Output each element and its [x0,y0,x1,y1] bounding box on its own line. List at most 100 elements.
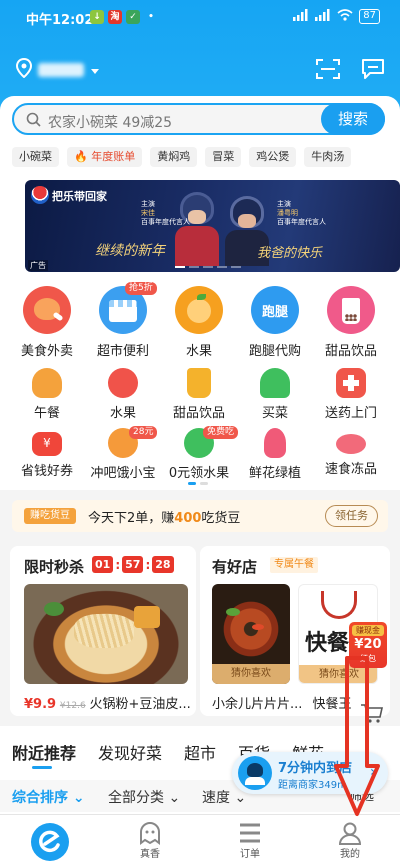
category-supermarket[interactable]: 抢5折 超市便利 [85,282,161,359]
subcategory-badge: 28元 [129,426,158,439]
banner-slogan-2: 我爸的快乐 [257,246,323,261]
sort-label: 全部分类 [108,790,164,806]
download-icon: ↓ [90,10,104,24]
subcategory-badge: 免费吃 [203,426,239,439]
nav-profile[interactable]: 我的 [320,819,380,860]
timer-seconds: 28 [152,556,174,573]
noodle-dish-image [24,584,188,684]
store-tag: 猜你喜欢 [212,664,290,684]
status-bar: 中午12:02 ↓ 淘 ✓ • 87 [0,0,400,34]
status-time: 中午12:02 [26,13,94,28]
category-dessert[interactable]: 甜品饮品 [313,286,389,359]
timer-minutes: 57 [122,556,144,573]
hot-tag[interactable]: 鸡公煲 [249,147,297,167]
subcategory-label: 午餐 [33,406,60,421]
dumpling-icon [336,434,366,454]
nav-orders[interactable]: 订单 [220,819,280,860]
location-pin-icon [15,57,33,82]
tab-supermarket[interactable]: 超市 [184,740,216,764]
signal-icon-2 [315,9,331,24]
category-food-delivery[interactable]: 美食外卖 [9,286,85,359]
eleme-logo-icon [31,823,69,861]
banner-brand: 把乐带回家 [52,190,107,203]
category-errand[interactable]: 跑腿 跑腿代购 [237,286,313,359]
store-logo-text: 快餐 [305,630,350,656]
orange-icon [175,286,223,334]
category-pager [188,482,208,485]
hot-tags: 小碗菜 🔥 年度账单 黄焖鸡 冒菜 鸡公煲 牛肉汤 [12,147,352,167]
chevron-down-icon [90,61,100,80]
hot-tag[interactable]: 黄焖鸡 [150,147,198,167]
nav-label: 订单 [240,849,260,860]
location-text-blurred [38,63,84,77]
message-icon[interactable] [361,58,385,80]
status-right: 87 [293,9,380,24]
tab-discover[interactable]: 发现好菜 [98,740,162,764]
category-fruit[interactable]: 水果 [161,286,237,359]
promo-bar[interactable]: 赚吃货豆 今天下2单，赚400吃货豆 领任务 [12,500,388,532]
subcategory-groceries[interactable]: 买菜 [237,368,313,421]
subcategory-free-fruit[interactable]: 免费吃 0元领水果 [161,426,239,481]
subcategory-medicine[interactable]: 送药上门 [313,368,389,421]
sort-speed[interactable]: 速度 ⌄ [202,787,246,807]
store-names-row: 小余儿片片片... 快餐王 [212,693,352,712]
subcategory-lunch[interactable]: 午餐 [9,368,85,421]
flash-sale-title: 限时秒杀 [24,558,85,576]
search-button[interactable]: 搜索 [321,103,385,135]
apple-icon [108,368,138,398]
item-name: 火锅粉+豆油皮... [89,697,191,712]
wifi-icon [337,9,353,24]
timer-hours: 01 [92,556,114,573]
subcategory-coupons[interactable]: ¥ 省钱好券 [9,428,85,479]
hot-tag[interactable]: 牛肉汤 [304,147,352,167]
search-bar[interactable]: 农家小碗菜 49减25 搜索 [12,103,385,135]
taobao-icon: 淘 [108,10,122,24]
ad-banner[interactable]: 把乐带回家 主演 宋佳 百事年度代言人 主演 潘粤明 百事年度代言人 继续的新年… [25,180,400,272]
category-badge: 抢5折 [125,282,157,295]
red-packet-text: 赚现金 [352,625,384,636]
subcategory-dessert[interactable]: 甜品饮品 [161,368,237,421]
subcategory-label: 0元领水果 [168,466,230,481]
subcategory-label: 甜品饮品 [172,406,225,421]
sort-all-categories[interactable]: 全部分类 ⌄ [108,787,180,807]
store-name: 小余儿片片片... [212,697,303,712]
bottom-nav: 真香 订单 我的 [0,814,400,867]
annotation-arrow [334,656,380,816]
sort-label: 速度 [202,790,230,806]
broccoli-icon [260,368,290,398]
tab-nearby[interactable]: 附近推荐 [12,740,76,764]
subcategory-fruit[interactable]: 水果 [85,368,161,421]
category-label: 跑腿代购 [248,344,301,359]
flash-sale-card[interactable]: 限时秒杀 01: 57: 28 ¥9.9 ¥12.6 火锅粉+豆油皮... [10,546,196,716]
actor1-credit: 主演 宋佳 百事年度代言人 [141,200,190,227]
actor2-role: 主演 [277,200,291,208]
location-selector[interactable] [15,57,100,82]
nav-zhenxiang[interactable]: 真香 [120,819,180,860]
tulip-icon [264,428,286,458]
subcategory-frozen[interactable]: 速食冻品 [313,428,389,477]
subcategory-pet-game[interactable]: 28元 冲吧饿小宝 [85,426,161,481]
scan-icon[interactable] [316,58,340,80]
hot-tag-annual-bill[interactable]: 🔥 年度账单 [67,147,143,167]
sort-label: 综合排序 [12,790,68,806]
nav-home[interactable] [20,823,80,861]
drink-cup-icon [187,368,211,398]
list-icon [237,821,263,845]
hot-tag[interactable]: 冒菜 [205,147,242,167]
sort-comprehensive[interactable]: 综合排序 ⌄ [12,787,85,807]
coupon-icon: ¥ [32,432,62,456]
banner-slogan-1: 继续的新年 [95,243,165,259]
shield-icon: ✓ [126,10,140,24]
claim-task-button[interactable]: 领任务 [325,505,378,527]
category-label: 水果 [185,344,212,359]
subcategory-label: 鲜花绿植 [248,466,301,481]
subcategory-label: 水果 [109,406,136,421]
price: ¥9.9 [24,697,57,712]
store-dish-image: 猜你喜欢 [212,584,290,684]
category-label: 超市便利 [96,344,149,359]
hot-tag[interactable]: 小碗菜 [12,147,59,167]
subcategory-flowers[interactable]: 鲜花绿植 [237,428,313,481]
user-icon [337,821,363,845]
subcategory-label: 买菜 [261,406,288,421]
ghost-icon [137,821,163,845]
